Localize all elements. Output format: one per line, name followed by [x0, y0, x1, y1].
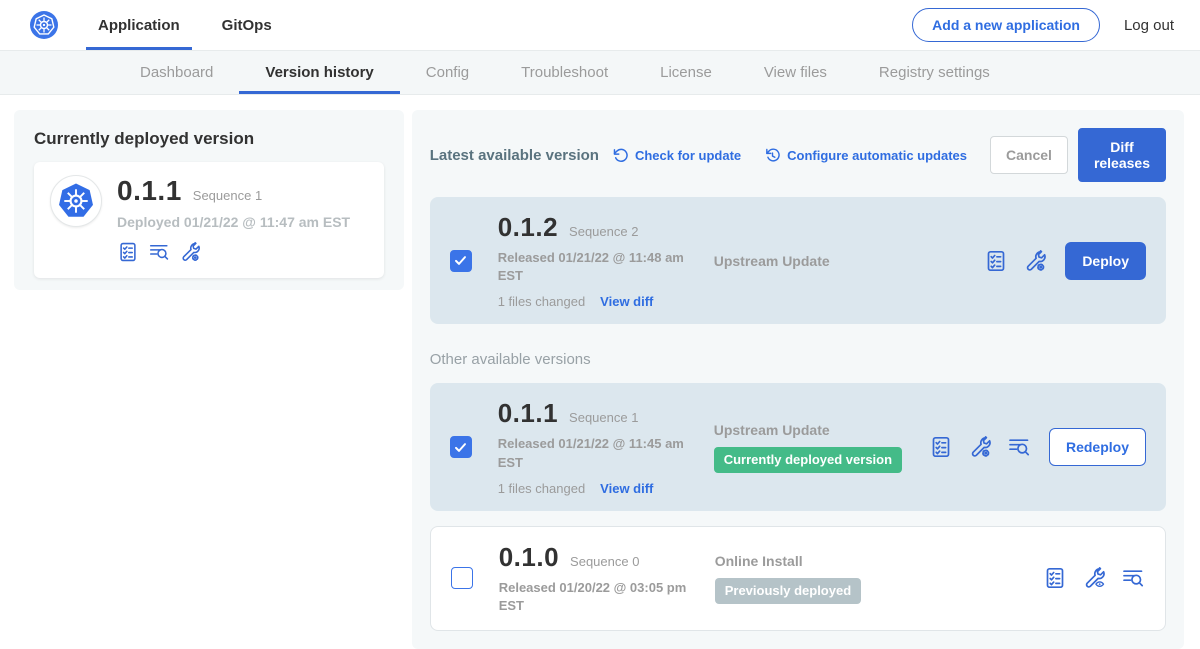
- version-sequence: Sequence 0: [570, 554, 639, 569]
- version-card: 0.1.0 Sequence 0 Released 01/20/22 @ 03:…: [430, 526, 1166, 631]
- check-for-update-link[interactable]: Check for update: [612, 147, 741, 164]
- deploy-logs-icon[interactable]: [1121, 566, 1145, 590]
- deployed-version-sequence: Sequence 1: [193, 188, 262, 203]
- other-versions-list: 0.1.1 Sequence 1 Released 01/21/22 @ 11:…: [430, 383, 1166, 631]
- version-status-badge: Previously deployed: [715, 578, 861, 604]
- deploy-logs-icon[interactable]: [148, 241, 170, 263]
- deploy-logs-icon[interactable]: [1007, 435, 1031, 459]
- app-icon: [50, 175, 102, 227]
- tab-view-files[interactable]: View files: [738, 51, 853, 94]
- deployed-timestamp: Deployed 01/21/22 @ 11:47 am EST: [117, 214, 350, 230]
- tab-config[interactable]: Config: [400, 51, 495, 94]
- tab-license[interactable]: License: [634, 51, 738, 94]
- tab-registry-settings[interactable]: Registry settings: [853, 51, 1016, 94]
- version-sequence: Sequence 1: [569, 410, 638, 425]
- deployed-panel-title: Currently deployed version: [34, 129, 384, 149]
- version-released-timestamp: Released 01/21/22 @ 11:45 am EST: [498, 435, 696, 471]
- checkmark-icon: [453, 253, 468, 268]
- deploy-button[interactable]: Deploy: [1065, 242, 1146, 280]
- schedule-update-icon: [764, 147, 781, 164]
- files-changed-label: 1 files changed: [498, 481, 585, 496]
- tab-dashboard[interactable]: Dashboard: [114, 51, 239, 94]
- version-actions: Redeploy: [929, 428, 1146, 466]
- version-info: 0.1.1 Sequence 1 Released 01/21/22 @ 11:…: [498, 398, 710, 495]
- edit-config-icon[interactable]: [179, 241, 201, 263]
- version-number: 0.1.1: [498, 398, 558, 429]
- view-config-icon[interactable]: [1082, 566, 1106, 590]
- version-source: Upstream Update: [710, 253, 985, 269]
- deploy-button[interactable]: Redeploy: [1049, 428, 1146, 466]
- deployed-version-actions: [117, 241, 350, 263]
- preflight-checks-icon[interactable]: [117, 241, 139, 263]
- version-released-timestamp: Released 01/21/22 @ 11:48 am EST: [498, 249, 696, 285]
- version-source-label: Upstream Update: [714, 253, 985, 269]
- tab-gitops[interactable]: GitOps: [210, 0, 284, 50]
- top-navigation: Application GitOps Add a new application …: [0, 0, 1200, 50]
- configure-automatic-updates-link[interactable]: Configure automatic updates: [764, 147, 967, 164]
- app-section-tabs: DashboardVersion historyConfigTroublesho…: [0, 50, 1200, 95]
- version-status-badge: Currently deployed version: [714, 447, 902, 473]
- version-diff-summary: 1 files changed View diff: [498, 481, 710, 496]
- other-versions-header: Other available versions: [430, 351, 1166, 368]
- files-changed-label: 1 files changed: [498, 294, 585, 309]
- logout-button[interactable]: Log out: [1124, 17, 1174, 34]
- version-source: Online Install Previously deployed: [711, 553, 1043, 604]
- preflight-checks-icon[interactable]: [929, 435, 953, 459]
- version-source-label: Online Install: [715, 553, 1043, 569]
- version-number: 0.1.2: [498, 212, 558, 243]
- version-released-timestamp: Released 01/20/22 @ 03:05 pm EST: [499, 579, 697, 615]
- currently-deployed-panel: Currently deployed version 0.1: [14, 110, 404, 290]
- edit-config-icon[interactable]: [1023, 249, 1047, 273]
- version-actions: [1043, 566, 1145, 590]
- version-source: Upstream Update Currently deployed versi…: [710, 422, 929, 473]
- refresh-icon: [612, 147, 629, 164]
- kubernetes-logo-icon: [30, 0, 58, 50]
- diff-releases-button[interactable]: Diff releases: [1078, 128, 1166, 182]
- view-diff-link[interactable]: View diff: [600, 481, 653, 496]
- version-select-checkbox[interactable]: [450, 436, 472, 458]
- edit-config-icon[interactable]: [968, 435, 992, 459]
- version-actions: Deploy: [984, 242, 1146, 280]
- version-source-label: Upstream Update: [714, 422, 929, 438]
- version-diff-summary: 1 files changed View diff: [498, 294, 710, 309]
- tab-application[interactable]: Application: [86, 0, 192, 50]
- version-info: 0.1.0 Sequence 0 Released 01/20/22 @ 03:…: [499, 542, 711, 615]
- topnav-spacer: [284, 0, 912, 50]
- add-application-button[interactable]: Add a new application: [912, 8, 1100, 42]
- app-tabs: Application GitOps: [86, 0, 284, 50]
- preflight-checks-icon[interactable]: [984, 249, 1008, 273]
- main-content: Currently deployed version 0.1: [0, 95, 1200, 649]
- tab-version-history[interactable]: Version history: [239, 51, 399, 94]
- checkmark-icon: [453, 440, 468, 455]
- preflight-checks-icon[interactable]: [1043, 566, 1067, 590]
- topnav-actions: Add a new application Log out: [912, 0, 1174, 50]
- diff-controls: Cancel Diff releases: [990, 128, 1166, 182]
- deployed-version-card: 0.1.1 Sequence 1 Deployed 01/21/22 @ 11:…: [34, 162, 384, 278]
- version-number: 0.1.0: [499, 542, 559, 573]
- version-history-panel: Latest available version Check for updat…: [412, 110, 1184, 649]
- version-card: 0.1.2 Sequence 2 Released 01/21/22 @ 11:…: [430, 197, 1166, 324]
- deployed-version-number: 0.1.1: [117, 175, 182, 207]
- version-sequence: Sequence 2: [569, 224, 638, 239]
- deployed-version-details: 0.1.1 Sequence 1 Deployed 01/21/22 @ 11:…: [117, 175, 350, 263]
- latest-version-list: 0.1.2 Sequence 2 Released 01/21/22 @ 11:…: [430, 197, 1166, 324]
- latest-version-title: Latest available version: [430, 147, 599, 164]
- version-select-checkbox[interactable]: [450, 250, 472, 272]
- cancel-button[interactable]: Cancel: [990, 136, 1068, 174]
- version-info: 0.1.2 Sequence 2 Released 01/21/22 @ 11:…: [498, 212, 710, 309]
- version-card: 0.1.1 Sequence 1 Released 01/21/22 @ 11:…: [430, 383, 1166, 510]
- tab-troubleshoot[interactable]: Troubleshoot: [495, 51, 634, 94]
- version-select-checkbox[interactable]: [451, 567, 473, 589]
- latest-version-header: Latest available version Check for updat…: [430, 128, 1166, 182]
- view-diff-link[interactable]: View diff: [600, 294, 653, 309]
